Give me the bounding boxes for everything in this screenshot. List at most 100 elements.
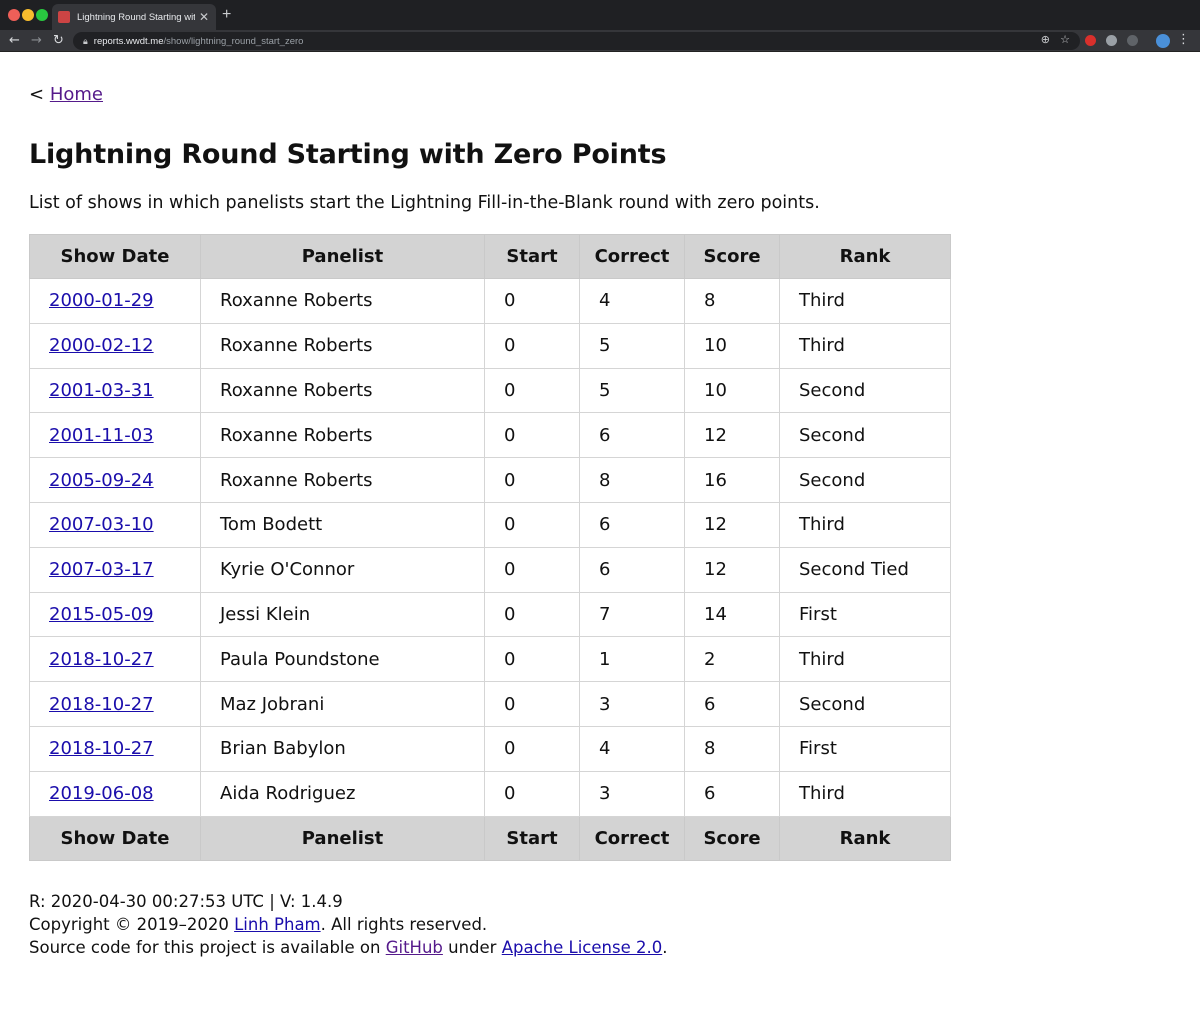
show-date-link[interactable]: 2015-05-09: [49, 604, 154, 625]
score-cell: 12: [684, 501, 780, 548]
correct-cell: 3: [579, 681, 685, 727]
column-footer: Rank: [779, 815, 951, 861]
table-row: 2007-03-17 Kyrie O'Connor 0 6 12 Second Tied: [29, 546, 951, 593]
correct-cell: 1: [579, 636, 685, 683]
show-date-cell: 2001-03-31: [29, 367, 201, 414]
correct-cell: 6: [579, 501, 685, 548]
tab-title: Lightning Round Starting with Zero Point…: [77, 11, 195, 23]
score-cell: 2: [684, 636, 780, 683]
source-prefix: Source code for this project is availabl…: [29, 937, 386, 957]
start-cell: 0: [484, 725, 580, 772]
copyright-suffix: . All rights reserved.: [320, 914, 488, 934]
panelist-cell: Maz Jobrani: [200, 681, 485, 727]
copyright-line: Copyright © 2019–2020 Linh Pham. All rig…: [29, 913, 1169, 936]
browser-toolbar: ← → ↻ 🔒︎ reports.wwdt.me/show/lightning_…: [0, 30, 1200, 52]
show-date-link[interactable]: 2001-11-03: [49, 425, 154, 446]
score-cell: 10: [684, 322, 780, 369]
bookmark-star-icon[interactable]: ☆: [1060, 33, 1070, 46]
favicon-icon: [58, 11, 70, 23]
panelist-cell: Roxanne Roberts: [200, 322, 485, 369]
panelist-cell: Roxanne Roberts: [200, 412, 485, 459]
start-cell: 0: [484, 546, 580, 593]
url-host: reports.wwdt.me: [93, 35, 164, 47]
table-row: 2007-03-10 Tom Bodett 0 6 12 Third: [29, 501, 951, 548]
table-body: 2000-01-29 Roxanne Roberts 0 4 8 Third 2000-02…: [29, 278, 951, 817]
back-chevron: <: [29, 84, 45, 105]
show-date-link[interactable]: 2000-01-29: [49, 290, 154, 311]
show-date-link[interactable]: 2018-10-27: [49, 694, 154, 715]
profile-avatar[interactable]: [1156, 34, 1170, 48]
close-tab-icon[interactable]: ✕: [199, 10, 209, 24]
source-suffix: .: [662, 937, 668, 957]
rank-cell: First: [779, 725, 951, 772]
show-date-link[interactable]: 2000-02-12: [49, 335, 154, 356]
show-date-link[interactable]: 2001-03-31: [49, 380, 154, 401]
start-cell: 0: [484, 367, 580, 414]
table-footer-row: Show Date Panelist Start Correct Score R…: [29, 815, 951, 861]
render-info: R: 2020-04-30 00:27:53 UTC | V: 1.4.9: [29, 891, 343, 911]
column-footer: Show Date: [29, 815, 201, 861]
github-link[interactable]: GitHub: [386, 938, 443, 957]
table-row: 2018-10-27 Brian Babylon 0 4 8 First: [29, 725, 951, 772]
column-header: Correct: [579, 234, 685, 279]
start-cell: 0: [484, 501, 580, 548]
score-cell: 8: [684, 278, 780, 324]
column-footer: Panelist: [200, 815, 485, 861]
score-cell: 8: [684, 725, 780, 772]
camera-extension-icon[interactable]: [1106, 35, 1117, 46]
show-date-cell: 2018-10-27: [29, 681, 201, 727]
show-date-link[interactable]: 2018-10-27: [49, 738, 154, 759]
start-cell: 0: [484, 681, 580, 727]
author-link[interactable]: Linh Pham: [234, 915, 321, 934]
panelist-cell: Tom Bodett: [200, 501, 485, 548]
column-header: Score: [684, 234, 780, 279]
correct-cell: 6: [579, 546, 685, 593]
forward-icon[interactable]: →: [31, 32, 42, 50]
show-date-link[interactable]: 2018-10-27: [49, 649, 154, 670]
score-cell: 12: [684, 546, 780, 593]
show-date-link[interactable]: 2019-06-08: [49, 783, 154, 804]
show-date-link[interactable]: 2005-09-24: [49, 470, 154, 491]
correct-cell: 3: [579, 770, 685, 817]
show-date-cell: 2000-02-12: [29, 322, 201, 369]
correct-cell: 7: [579, 591, 685, 638]
zoom-icon[interactable]: ⊕: [1041, 33, 1050, 46]
license-link[interactable]: Apache License 2.0: [502, 938, 663, 957]
score-cell: 6: [684, 681, 780, 727]
minimize-window-button[interactable]: [22, 9, 34, 21]
browser-tab[interactable]: Lightning Round Starting with Zero Point…: [52, 4, 216, 30]
show-date-cell: 2018-10-27: [29, 636, 201, 683]
rank-cell: Third: [779, 636, 951, 683]
close-window-button[interactable]: [8, 9, 20, 21]
start-cell: 0: [484, 636, 580, 683]
show-date-cell: 2018-10-27: [29, 725, 201, 772]
correct-cell: 6: [579, 412, 685, 459]
disabled-extension-icon[interactable]: [1127, 35, 1138, 46]
maximize-window-button[interactable]: [36, 9, 48, 21]
score-cell: 16: [684, 457, 780, 503]
panelist-cell: Roxanne Roberts: [200, 278, 485, 324]
browser-menu-icon[interactable]: ⋮: [1177, 32, 1190, 47]
table-row: 2000-02-12 Roxanne Roberts 0 5 10 Third: [29, 322, 951, 369]
reload-icon[interactable]: ↻: [53, 32, 64, 50]
show-date-cell: 2005-09-24: [29, 457, 201, 503]
score-cell: 10: [684, 367, 780, 414]
back-icon[interactable]: ←: [9, 32, 20, 50]
table-header-row: Show Date Panelist Start Correct Score R…: [29, 234, 951, 279]
show-date-link[interactable]: 2007-03-17: [49, 559, 154, 580]
show-date-link[interactable]: 2007-03-10: [49, 514, 154, 535]
home-link[interactable]: Home: [50, 84, 103, 105]
rank-cell: Third: [779, 322, 951, 369]
table-row: 2019-06-08 Aida Rodriguez 0 3 6 Third: [29, 770, 951, 817]
url-path: /show/lightning_round_start_zero: [163, 35, 304, 47]
table-row: 2018-10-27 Maz Jobrani 0 3 6 Second: [29, 681, 951, 727]
new-tab-button[interactable]: +: [222, 6, 231, 24]
page-description: List of shows in which panelists start t…: [29, 193, 820, 213]
copyright-prefix: Copyright © 2019–2020: [29, 914, 235, 934]
address-bar[interactable]: 🔒︎ reports.wwdt.me/show/lightning_round_…: [73, 32, 1080, 50]
table-row: 2001-11-03 Roxanne Roberts 0 6 12 Second: [29, 412, 951, 459]
extension-icon[interactable]: [1085, 35, 1096, 46]
show-date-cell: 2007-03-10: [29, 501, 201, 548]
show-date-cell: 2000-01-29: [29, 278, 201, 324]
panelist-cell: Kyrie O'Connor: [200, 546, 485, 593]
